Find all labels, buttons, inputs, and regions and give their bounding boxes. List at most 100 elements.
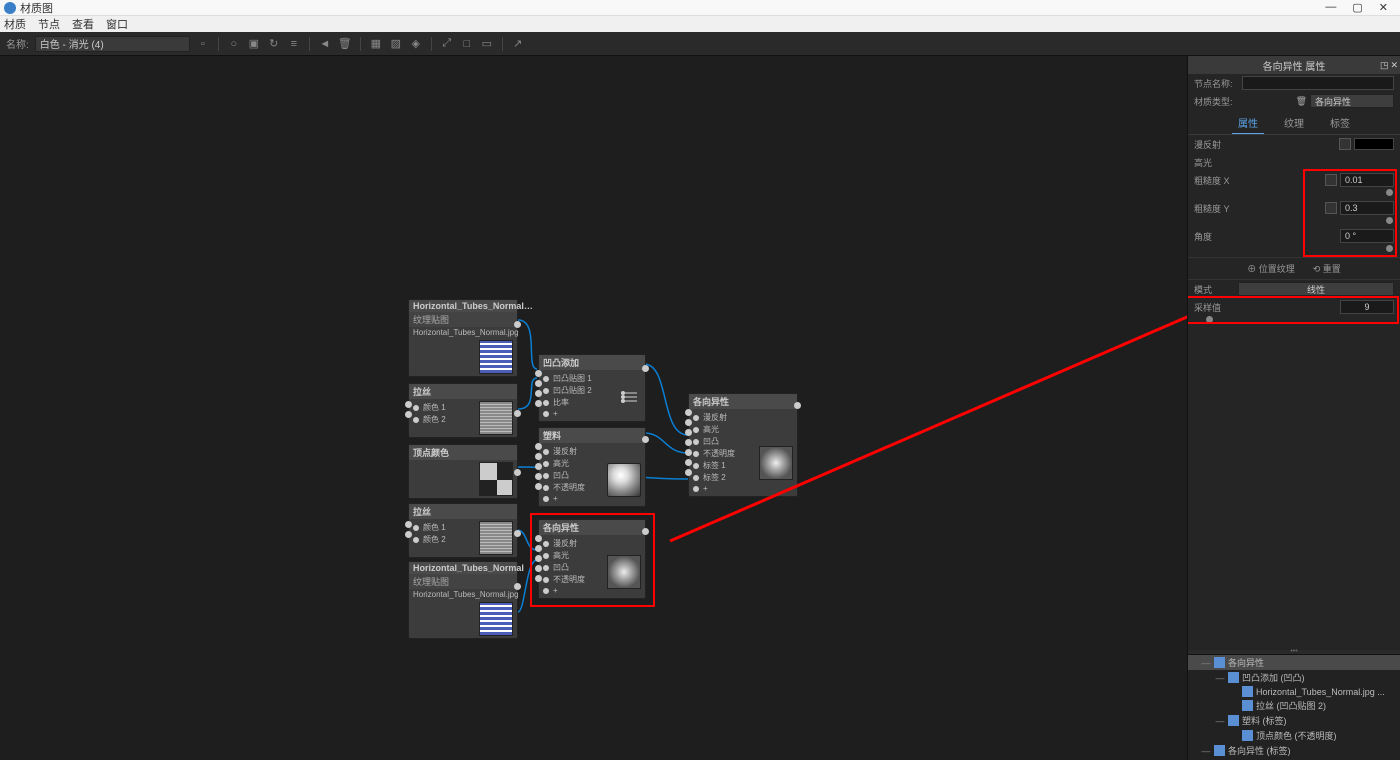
node-brush-2[interactable]: 拉丝 颜色 1 颜色 2: [408, 503, 518, 558]
ungroup-icon[interactable]: ▨: [389, 37, 403, 51]
node-header: 各向异性: [689, 394, 797, 409]
panel-close-icon[interactable]: ✕: [1390, 60, 1398, 71]
expand-icon[interactable]: ⤢: [440, 37, 454, 51]
fit-icon[interactable]: ▣: [247, 37, 261, 51]
tab-properties[interactable]: 属性: [1232, 112, 1264, 134]
refresh-icon[interactable]: ↻: [267, 37, 281, 51]
maximize-button[interactable]: ▢: [1352, 1, 1362, 14]
tab-label[interactable]: 标签: [1324, 112, 1356, 134]
search-icon[interactable]: ○: [227, 37, 241, 51]
angle-slider[interactable]: [1240, 247, 1394, 251]
box-icon[interactable]: □: [460, 37, 474, 51]
material-type-label: 材质类型:: [1194, 95, 1238, 108]
node-plastic[interactable]: 塑料 漫反射 高光 凹凸 不透明度 +: [538, 427, 646, 507]
node-header: 各向异性: [539, 520, 645, 535]
menu-node[interactable]: 节点: [38, 16, 60, 32]
sample-slider[interactable]: [1194, 318, 1394, 322]
tree-toggle[interactable]: —: [1215, 673, 1225, 683]
material-name-input[interactable]: [35, 36, 190, 52]
menu-material[interactable]: 材质: [4, 16, 26, 32]
brush-thumbnail: [479, 521, 513, 555]
list-icon[interactable]: ≡: [287, 37, 301, 51]
node-brush-1[interactable]: 拉丝 颜色 1 颜色 2: [408, 383, 518, 438]
tree-label: 凹凸添加 (凹凸): [1242, 671, 1305, 684]
tree-row[interactable]: Horizontal_Tubes_Normal.jpg ...: [1188, 685, 1400, 698]
layout-icon[interactable]: ▭: [480, 37, 494, 51]
sphere-thumbnail: [607, 555, 641, 589]
material-icon: [1228, 715, 1239, 726]
diffuse-color[interactable]: [1354, 138, 1394, 150]
angle-label: 角度: [1194, 230, 1238, 243]
node-name-input[interactable]: [1242, 76, 1394, 90]
tree-row[interactable]: 拉丝 (凹凸贴图 2): [1188, 698, 1400, 713]
sample-input[interactable]: [1340, 300, 1394, 314]
node-vertex-color[interactable]: 顶点颜色: [408, 444, 518, 499]
tree-row[interactable]: — 各向异性: [1188, 655, 1400, 670]
mode-label: 模式: [1194, 283, 1238, 296]
panel-popout-icon[interactable]: ◳: [1380, 60, 1389, 71]
sliders-icon: [621, 372, 641, 388]
roughness-y-input[interactable]: [1340, 201, 1394, 215]
node-filename: Horizontal_Tubes_Normal.jpg: [409, 589, 517, 600]
node-anisotropic-2[interactable]: 各向异性 漫反射 高光 凹凸 不透明度 +: [538, 519, 646, 599]
texture-swatch[interactable]: [1339, 138, 1351, 150]
texture-swatch[interactable]: [1325, 202, 1337, 214]
material-type-dropdown[interactable]: 各向异性: [1310, 94, 1394, 108]
node-header: 拉丝: [409, 384, 517, 399]
menu-window[interactable]: 窗口: [106, 16, 128, 32]
node-header: 塑料: [539, 428, 645, 443]
roughness-x-input[interactable]: [1340, 173, 1394, 187]
node-header: Horizontal_Tubes_Normal…: [409, 300, 517, 312]
roughness-x-label: 粗糙度 X: [1194, 174, 1238, 187]
tab-texture[interactable]: 纹理: [1278, 112, 1310, 134]
node-icon[interactable]: ◈: [409, 37, 423, 51]
delete-icon[interactable]: 🗑: [1296, 96, 1307, 107]
group-icon[interactable]: ▦: [369, 37, 383, 51]
node-header: 凹凸添加: [539, 355, 645, 370]
sphere-thumbnail: [759, 446, 793, 480]
material-icon: [1242, 700, 1253, 711]
roughness-x-slider[interactable]: [1240, 191, 1394, 195]
material-tree: —各向异性—凹凸添加 (凹凸)Horizontal_Tubes_Normal.j…: [1188, 654, 1400, 760]
brush-thumbnail: [479, 401, 513, 435]
app-icon: [4, 2, 16, 14]
node-bump-add[interactable]: 凹凸添加 凹凸贴图 1 凹凸贴图 2 比率 +: [538, 354, 646, 422]
material-icon: [1214, 745, 1225, 756]
tree-row[interactable]: 顶点颜色 (不透明度): [1188, 728, 1400, 743]
tree-label: Horizontal_Tubes_Normal.jpg ...: [1256, 687, 1385, 697]
tree-row[interactable]: —塑料 (标签): [1188, 713, 1400, 728]
node-subheader: 纹理贴图: [409, 574, 517, 589]
position-texture-button[interactable]: ⊕ 位置纹理: [1247, 262, 1295, 275]
back-icon[interactable]: ◄: [318, 37, 332, 51]
texture-swatch[interactable]: [1325, 174, 1337, 186]
node-texture-1[interactable]: Horizontal_Tubes_Normal… 纹理贴图 Horizontal…: [408, 299, 518, 377]
share-icon[interactable]: ↗: [511, 37, 525, 51]
material-icon: [1242, 686, 1253, 697]
tree-row[interactable]: — 凹凸添加 (凹凸): [1188, 670, 1400, 685]
node-anisotropic-main[interactable]: 各向异性 漫反射 高光 凹凸 不透明度 标签 1 标签 2 +: [688, 393, 798, 497]
panel-title: 各向异性 属性: [1263, 58, 1326, 73]
close-button[interactable]: ✕: [1379, 1, 1388, 14]
tree-label: 拉丝 (凹凸贴图 2): [1256, 699, 1326, 712]
menu-view[interactable]: 查看: [72, 16, 94, 32]
node-header: Horizontal_Tubes_Normal: [409, 562, 517, 574]
delete-icon[interactable]: 🗑: [338, 37, 352, 51]
reset-button[interactable]: ⟲ 重置: [1313, 262, 1341, 275]
tree-toggle[interactable]: —: [1215, 716, 1225, 726]
node-texture-2[interactable]: Horizontal_Tubes_Normal 纹理贴图 Horizontal_…: [408, 561, 518, 639]
node-canvas[interactable]: Horizontal_Tubes_Normal… 纹理贴图 Horizontal…: [0, 56, 1187, 760]
material-icon: [1214, 657, 1225, 668]
roughness-y-slider[interactable]: [1240, 219, 1394, 223]
toolbar: 名称: ▫ ○ ▣ ↻ ≡ ◄ 🗑 ▦ ▨ ◈ ⤢ □ ▭ ↗: [0, 32, 1400, 56]
tree-label: 各向异性: [1228, 656, 1264, 669]
tree-toggle[interactable]: —: [1201, 746, 1211, 756]
minimize-button[interactable]: —: [1325, 1, 1336, 14]
angle-input[interactable]: [1340, 229, 1394, 243]
texture-thumbnail: [479, 340, 513, 374]
save-icon[interactable]: ▫: [196, 37, 210, 51]
roughness-y-label: 粗糙度 Y: [1194, 202, 1238, 215]
sample-label: 采样值: [1194, 301, 1238, 314]
tree-row[interactable]: —各向异性 (标签): [1188, 743, 1400, 758]
mode-dropdown[interactable]: 线性: [1238, 282, 1394, 296]
tree-toggle[interactable]: —: [1201, 658, 1211, 668]
